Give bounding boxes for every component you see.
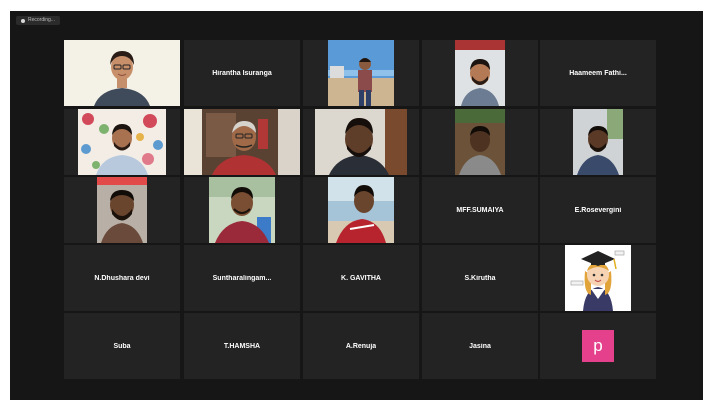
video-tile[interactable] — [184, 177, 300, 243]
recording-indicator[interactable]: Recording... — [16, 16, 60, 25]
letter-avatar: p — [582, 330, 614, 362]
participant-video — [78, 109, 166, 175]
participant-video — [184, 109, 300, 175]
participant-video — [573, 109, 623, 175]
participant-name: S.Kirutha — [464, 274, 496, 282]
video-tile[interactable] — [422, 40, 538, 106]
video-tile[interactable]: A.Renuja — [303, 313, 419, 379]
participant-name: A.Renuja — [345, 342, 377, 350]
participant-video — [97, 177, 147, 243]
video-tile[interactable] — [303, 177, 419, 243]
video-tile[interactable] — [422, 109, 538, 175]
participant-video — [209, 177, 275, 243]
participant-name: Suntharalingam... — [212, 274, 272, 282]
participant-video — [328, 40, 394, 106]
video-tile[interactable] — [540, 245, 656, 311]
participant-name: N.Dhushara devi — [94, 274, 150, 282]
video-tile[interactable]: Suba — [64, 313, 180, 379]
video-tile[interactable]: Hirantha Isuranga — [184, 40, 300, 106]
video-tile[interactable]: Jasina — [422, 313, 538, 379]
video-tile[interactable]: Suntharalingam... — [184, 245, 300, 311]
video-tile[interactable]: N.Dhushara devi — [64, 245, 180, 311]
participant-video — [64, 40, 180, 106]
video-tile-active-speaker[interactable] — [64, 40, 180, 106]
participant-name: Jasina — [469, 342, 491, 350]
video-tile[interactable] — [184, 109, 300, 175]
video-tile[interactable] — [540, 109, 656, 175]
meeting-window: Recording... Hirantha Isuranga Haameem F… — [10, 11, 703, 400]
participant-name: K. GAVITHA — [341, 274, 381, 282]
graduate-cartoon-avatar — [565, 245, 631, 311]
video-tile[interactable]: S.Kirutha — [422, 245, 538, 311]
video-tile[interactable]: T.HAMSHA — [184, 313, 300, 379]
video-tile[interactable] — [64, 177, 180, 243]
video-tile[interactable]: Haameem Fathi... — [540, 40, 656, 106]
participant-video — [328, 177, 394, 243]
participant-name: MFF.SUMAIYA — [456, 206, 504, 214]
recording-label: Recording... — [28, 17, 55, 23]
video-tile[interactable] — [64, 109, 180, 175]
participant-name: Hirantha Isuranga — [212, 69, 272, 77]
video-tile[interactable]: E.Rosevergini — [540, 177, 656, 243]
video-tile[interactable] — [303, 109, 419, 175]
participant-video — [315, 109, 407, 175]
video-tile[interactable] — [303, 40, 419, 106]
participant-video — [455, 109, 505, 175]
video-tile[interactable]: p — [540, 313, 656, 379]
participant-name: E.Rosevergini — [574, 206, 622, 214]
video-tile[interactable]: MFF.SUMAIYA — [422, 177, 538, 243]
record-icon — [21, 18, 25, 23]
participant-name: Suba — [113, 342, 131, 350]
video-tile[interactable]: K. GAVITHA — [303, 245, 419, 311]
participant-name: T.HAMSHA — [223, 342, 261, 350]
participant-name: Haameem Fathi... — [569, 69, 627, 77]
participant-video — [455, 40, 505, 106]
